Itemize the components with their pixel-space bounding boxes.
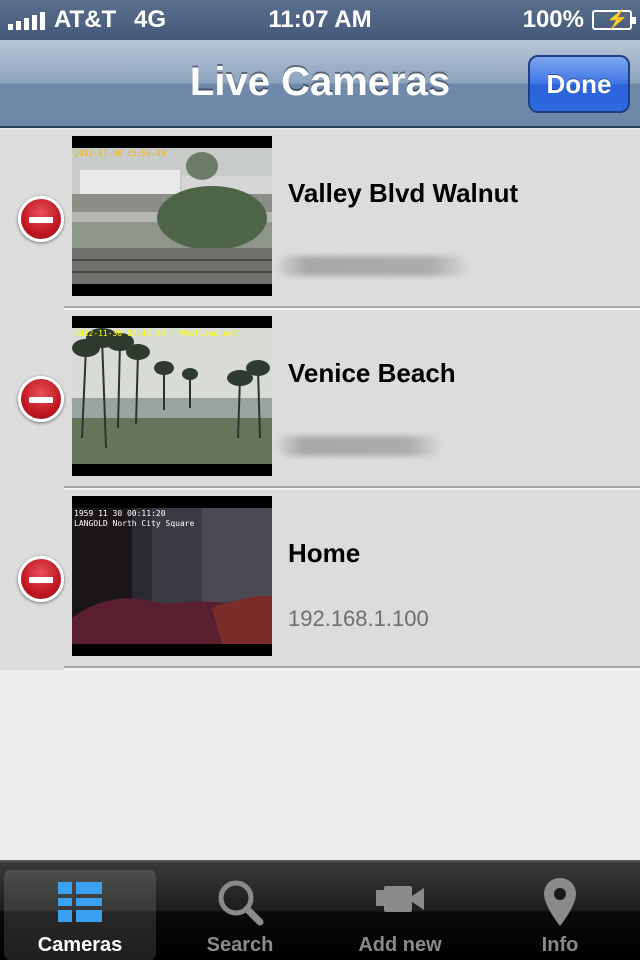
delete-camera-button[interactable] xyxy=(18,376,64,422)
magnifier-icon xyxy=(218,880,264,926)
camera-list: 2012-11-30 15:56:49 Valley Blvd Walnut 2… xyxy=(0,130,640,670)
delete-camera-button[interactable] xyxy=(18,196,64,242)
camera-timestamp: 2012-11-30 15:56:49 xyxy=(74,149,166,158)
camera-thumbnail: 1959 11 30 00:11:20 LANGOLD North City S… xyxy=(72,496,272,656)
street-scene-image xyxy=(72,148,272,284)
camera-timestamp: 1959 11 30 00:11:20 LANGOLD North City S… xyxy=(74,509,195,528)
battery-icon: ⚡ xyxy=(592,9,636,30)
camera-name: Home xyxy=(288,538,361,568)
navigation-bar: Live Cameras Done xyxy=(0,40,640,128)
camera-address-redacted xyxy=(278,256,468,276)
camera-name: Venice Beach xyxy=(288,358,456,388)
beach-scene-image xyxy=(72,328,272,464)
camera-row[interactable]: 1959 11 30 00:11:20 LANGOLD North City S… xyxy=(0,490,640,670)
camera-row[interactable]: 2012-11-30 15:56:49 Valley Blvd Walnut xyxy=(0,130,640,310)
camera-thumbnail: 2012-11-30 03:47:45 - Westland.net xyxy=(72,316,272,476)
tab-info[interactable]: Info xyxy=(484,870,636,960)
tab-label: Cameras xyxy=(37,934,123,956)
camera-address-redacted xyxy=(278,436,440,456)
tab-label: Info xyxy=(541,934,579,956)
empty-list-area xyxy=(0,670,640,860)
video-camera-icon xyxy=(376,886,424,912)
tab-add-new[interactable]: Add new xyxy=(324,870,476,960)
camera-row[interactable]: 2012-11-30 03:47:45 - Westland.net Venic… xyxy=(0,310,640,490)
tab-bar: Cameras Search Add new Info xyxy=(0,860,640,960)
tab-label: Search xyxy=(206,934,274,956)
camera-thumbnail: 2012-11-30 15:56:49 xyxy=(72,136,272,296)
battery-percent: 100% xyxy=(522,6,584,33)
delete-camera-button[interactable] xyxy=(18,556,64,602)
tab-label: Add new xyxy=(358,934,442,956)
camera-address: 192.168.1.100 xyxy=(288,606,429,631)
tab-search[interactable]: Search xyxy=(164,870,316,960)
camera-name: Valley Blvd Walnut xyxy=(288,178,519,208)
camera-timestamp: 2012-11-30 03:47:45 - Westland.net xyxy=(74,329,238,338)
grid-icon xyxy=(58,882,102,922)
tab-cameras[interactable]: Cameras xyxy=(4,870,156,960)
done-button[interactable]: Done xyxy=(528,55,630,113)
status-bar: AT&T 4G 11:07 AM 100% ⚡ xyxy=(0,0,640,40)
map-pin-icon xyxy=(544,878,576,926)
